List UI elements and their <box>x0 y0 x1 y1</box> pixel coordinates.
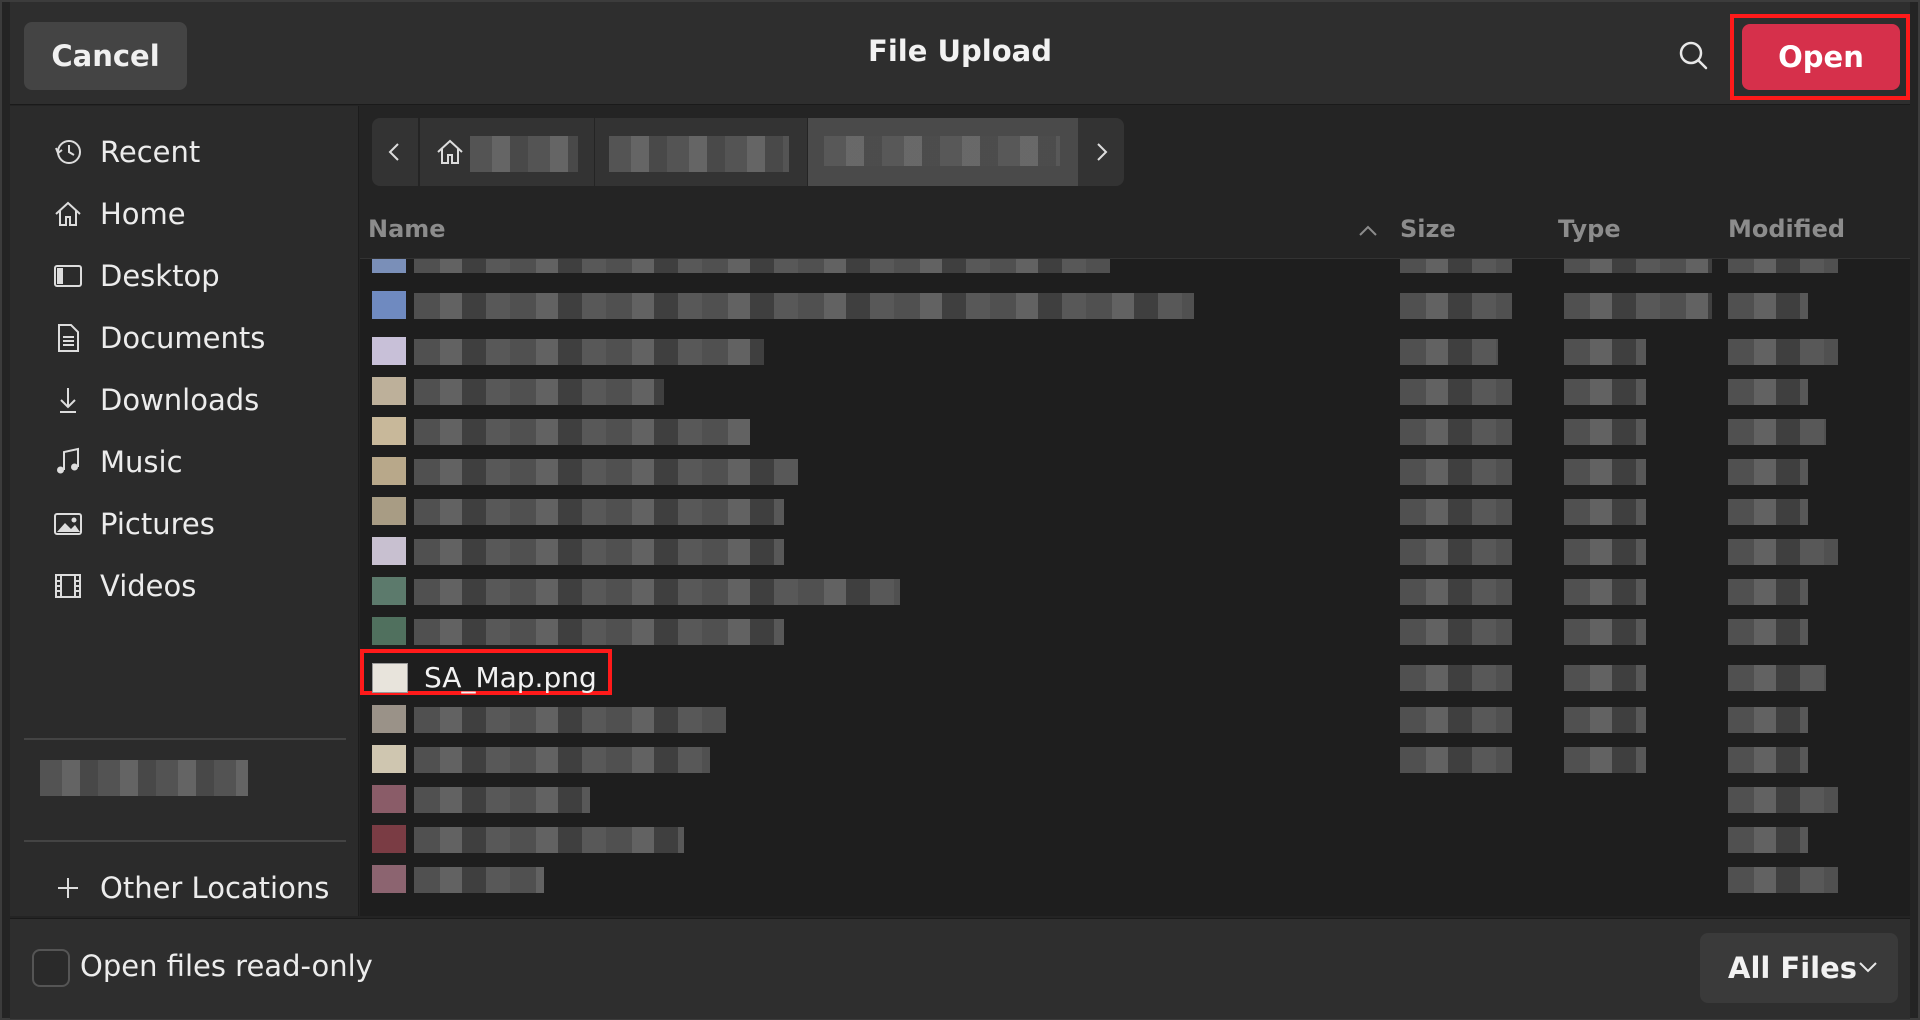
path-bar <box>360 106 1910 199</box>
file-row[interactable] <box>360 491 1910 531</box>
filter-label: All Files <box>1728 951 1858 985</box>
sidebar-item-pictures[interactable]: Pictures <box>10 494 358 554</box>
sidebar-item-home[interactable]: Home <box>10 184 358 244</box>
column-modified[interactable]: Modified <box>1728 215 1845 243</box>
file-row[interactable] <box>360 571 1910 611</box>
file-row[interactable] <box>360 611 1910 651</box>
search-icon[interactable] <box>1672 34 1716 78</box>
places-sidebar: Recent Home Desktop Documents Downloads … <box>10 106 359 916</box>
file-row[interactable] <box>360 285 1910 325</box>
file-row[interactable] <box>360 331 1910 371</box>
sidebar-item-desktop[interactable]: Desktop <box>10 246 358 306</box>
sidebar-item-label: Music <box>100 445 183 479</box>
chevron-right-icon[interactable] <box>1078 118 1124 186</box>
image-file-icon <box>372 663 408 693</box>
file-list: SA_Map.png <box>360 259 1910 916</box>
sidebar-item-label: Recent <box>100 135 201 169</box>
sidebar-item-label: Downloads <box>100 383 260 417</box>
file-row[interactable] <box>360 531 1910 571</box>
sidebar-item-downloads[interactable]: Downloads <box>10 370 358 430</box>
clock-icon <box>50 134 86 170</box>
file-browser: Name Size Type Modified SA_Map.png <box>360 106 1910 916</box>
chevron-left-icon[interactable] <box>372 118 418 186</box>
readonly-checkbox[interactable] <box>32 949 70 987</box>
sidebar-item-label: Videos <box>100 569 197 603</box>
column-name[interactable]: Name <box>368 215 446 243</box>
sidebar-item-documents[interactable]: Documents <box>10 308 358 368</box>
readonly-label[interactable]: Open files read-only <box>80 949 373 983</box>
file-row[interactable] <box>360 699 1910 739</box>
music-icon <box>50 444 86 480</box>
file-row[interactable] <box>360 371 1910 411</box>
column-header: Name Size Type Modified <box>360 198 1910 259</box>
home-icon <box>50 196 86 232</box>
chevron-down-icon <box>1856 957 1880 981</box>
sidebar-item-label: Home <box>100 197 186 231</box>
sort-ascending-icon[interactable] <box>1356 218 1380 246</box>
sidebar-divider <box>24 840 346 842</box>
path-segment[interactable] <box>594 118 807 186</box>
desktop-icon <box>50 258 86 294</box>
path-segment-home[interactable] <box>419 118 594 186</box>
sidebar-item-recent[interactable]: Recent <box>10 122 358 182</box>
file-filter-dropdown[interactable]: All Files <box>1700 933 1898 1003</box>
column-size[interactable]: Size <box>1400 215 1456 243</box>
file-name: SA_Map.png <box>424 661 597 694</box>
file-row[interactable] <box>360 859 1910 899</box>
open-button[interactable]: Open <box>1742 24 1900 90</box>
pixelated-mounted-volume[interactable] <box>40 760 248 796</box>
plus-icon <box>50 870 86 906</box>
column-type[interactable]: Type <box>1558 215 1621 243</box>
header-bar: Cancel File Upload Open 1 <box>10 2 1910 156</box>
file-row[interactable] <box>360 411 1910 451</box>
file-row-selected[interactable]: SA_Map.png <box>360 649 1910 697</box>
file-row[interactable] <box>360 779 1910 819</box>
video-icon <box>50 568 86 604</box>
file-row[interactable] <box>360 819 1910 859</box>
sidebar-item-label: Pictures <box>100 507 215 541</box>
sidebar-item-label: Desktop <box>100 259 220 293</box>
sidebar-divider <box>24 738 346 740</box>
path-segment-current[interactable] <box>807 118 1078 186</box>
sidebar-item-videos[interactable]: Videos <box>10 556 358 616</box>
dialog-title: File Upload <box>868 34 1052 68</box>
download-icon <box>50 382 86 418</box>
picture-icon <box>50 506 86 542</box>
file-row[interactable] <box>360 451 1910 491</box>
sidebar-item-label: Other Locations <box>100 871 330 905</box>
document-icon <box>50 320 86 356</box>
sidebar-item-music[interactable]: Music <box>10 432 358 492</box>
sidebar-item-label: Documents <box>100 321 266 355</box>
home-icon <box>434 136 466 172</box>
file-dialog: Cancel File Upload Open 1 Recent Home De… <box>0 0 1920 1020</box>
footer-bar: Open files read-only All Files <box>10 918 1910 1019</box>
file-row[interactable] <box>360 739 1910 779</box>
sidebar-item-other-locations[interactable]: Other Locations <box>10 858 358 918</box>
